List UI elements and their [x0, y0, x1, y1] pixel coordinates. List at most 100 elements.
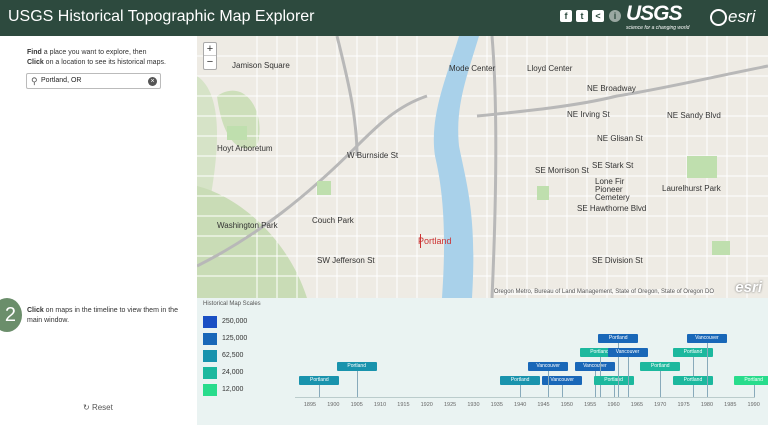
timeline-year-tick: 1895: [303, 402, 317, 408]
timeline-map-stem: [356, 371, 358, 397]
timeline-map-button[interactable]: Portland: [299, 376, 340, 385]
timeline-year-tick: 1900: [327, 402, 340, 408]
map-label-hoyt-arboretum: Hoyt Arboretum: [217, 144, 273, 153]
timeline-map-stem: [548, 371, 550, 397]
refresh-icon: ↻: [83, 403, 90, 412]
map-attribution: Oregon Metro, Bureau of Land Management,…: [493, 289, 714, 295]
esri-logo[interactable]: esri: [710, 7, 755, 29]
twitter-icon[interactable]: t: [576, 10, 588, 22]
timeline-map-stem: [319, 385, 321, 397]
scale-legend-item: 62,500: [203, 350, 283, 362]
timeline-map-button[interactable]: Vancouver: [574, 362, 615, 371]
map-label-laurelhurst: Laurelhurst Park: [662, 184, 721, 193]
step2-instructions: Click on maps in the timeline to view th…: [27, 306, 192, 326]
timeline-map-button[interactable]: Portland: [640, 362, 681, 371]
map-label-sw-jefferson: SW Jefferson St: [317, 256, 375, 265]
usgs-logo[interactable]: USGS science for a changing world: [626, 3, 700, 33]
scale-swatch: [203, 333, 217, 345]
app-header: USGS Historical Topographic Map Explorer…: [0, 0, 768, 36]
timeline-year-tick: 1915: [397, 402, 410, 408]
step1-text1: a place you want to explore, then: [41, 49, 147, 56]
step1-text2: on a location to see its historical maps…: [43, 59, 166, 66]
step1-bold-find: Find: [27, 49, 42, 56]
timeline-map-button[interactable]: Portland: [733, 376, 768, 385]
main-map[interactable]: Mode Center NE Broadway NE Irving St NE …: [197, 36, 768, 298]
esri-logo-text: esri: [728, 7, 756, 26]
timeline-map-stem: [520, 385, 522, 397]
facebook-icon[interactable]: f: [560, 10, 572, 22]
zoom-out-button[interactable]: −: [204, 56, 216, 69]
willamette-river: [433, 36, 479, 298]
step2-bold-click: Click: [27, 307, 44, 314]
timeline-year-tick: 1965: [630, 402, 644, 408]
scale-swatch: [203, 316, 217, 328]
timeline-year-tick: 1975: [677, 402, 690, 408]
timeline-year-tick: 1910: [373, 402, 387, 408]
map-label-w-burnside: W Burnside St: [347, 151, 399, 160]
scale-label: 24,000: [222, 369, 244, 376]
timeline-year-tick: 1960: [607, 402, 620, 408]
app-title: USGS Historical Topographic Map Explorer: [8, 8, 315, 25]
map-label-se-division: SE Division St: [592, 256, 643, 265]
map-label-washington-park: Washington Park: [217, 221, 278, 230]
timeline-map-stem: [627, 357, 629, 397]
scale-label: 250,000: [222, 318, 248, 325]
timeline-map-button[interactable]: Portland: [598, 334, 639, 343]
map-label-ne-sandy: NE Sandy Blvd: [667, 111, 721, 120]
reset-button[interactable]: ↻ Reset: [83, 403, 113, 412]
search-value: Portland, OR: [41, 77, 82, 84]
usgs-tagline: science for a changing world: [626, 25, 690, 31]
timeline-year-tick: 1935: [490, 402, 503, 408]
search-input[interactable]: ⚲ Portland, OR ×: [26, 73, 161, 89]
share-icon[interactable]: <: [592, 10, 604, 22]
zoom-in-button[interactable]: +: [204, 43, 216, 56]
map-label-jamison-square: Jamison Square: [232, 61, 290, 70]
timeline-year-tick: 1970: [654, 402, 667, 408]
zoom-control: + −: [203, 42, 217, 70]
info-icon[interactable]: i: [609, 10, 621, 22]
map-label-se-morrison: SE Morrison St: [535, 166, 589, 175]
timeline-map-button[interactable]: Vancouver: [686, 334, 727, 343]
scale-legend-item: 12,000: [203, 384, 283, 396]
timeline-year-tick: 1925: [443, 402, 457, 408]
left-panel: Find a place you want to explore, then C…: [0, 36, 197, 425]
timeline-year-tick: 1945: [537, 402, 550, 408]
map-city-label: Portland: [418, 236, 452, 246]
timeline-map-button[interactable]: Portland: [500, 376, 541, 385]
map-label-lone-fir: Lone Fir Pioneer Cemetery: [595, 177, 630, 202]
timeline-axis: [295, 397, 755, 398]
clear-search-icon[interactable]: ×: [148, 77, 157, 86]
map-label-ne-glisan: NE Glisan St: [597, 134, 643, 143]
timeline-map-button[interactable]: Portland: [336, 362, 377, 371]
timeline-map-stem: [706, 343, 708, 397]
globe-icon: [710, 9, 727, 27]
step1-bold-click: Click: [27, 59, 44, 66]
map-label-se-stark: SE Stark St: [592, 161, 634, 170]
timeline-year-tick: 1990: [747, 402, 760, 408]
timeline-year-tick: 1930: [467, 402, 480, 408]
timeline-map-stem: [562, 385, 564, 397]
timeline-title: Historical Map Scales: [203, 301, 261, 307]
timeline-panel: Historical Map Scales 250,000 125,000 62,5…: [197, 298, 768, 425]
reset-label: Reset: [91, 403, 113, 412]
scale-legend-item: 125,000: [203, 333, 283, 345]
timeline-map-stem: [692, 385, 694, 397]
timeline-year-tick: 1940: [514, 402, 527, 408]
scale-label: 125,000: [222, 335, 248, 342]
app-window: { "header": { "title": "USGS Historical …: [0, 0, 768, 425]
step2-text: on maps in the timeline to view them in …: [27, 307, 178, 324]
step2-number: 2: [0, 298, 22, 332]
timeline-year-tick: 1920: [420, 402, 433, 408]
timeline-map-stem: [660, 371, 662, 397]
scale-swatch: [203, 350, 217, 362]
scale-label: 62,500: [222, 352, 244, 359]
timeline-map-button[interactable]: Vancouver: [528, 362, 569, 371]
timeline-map-button[interactable]: Vancouver: [607, 348, 648, 357]
west-hills-forest: [197, 186, 307, 298]
timeline-map-stem: [753, 385, 755, 397]
timeline-map-stem: [613, 385, 615, 397]
map-label-se-hawthorne: SE Hawthorne Blvd: [577, 204, 647, 213]
scale-label: 12,000: [222, 386, 244, 393]
esri-watermark: esri: [735, 279, 762, 296]
step1-instructions: Find a place you want to explore, then C…: [27, 48, 192, 68]
